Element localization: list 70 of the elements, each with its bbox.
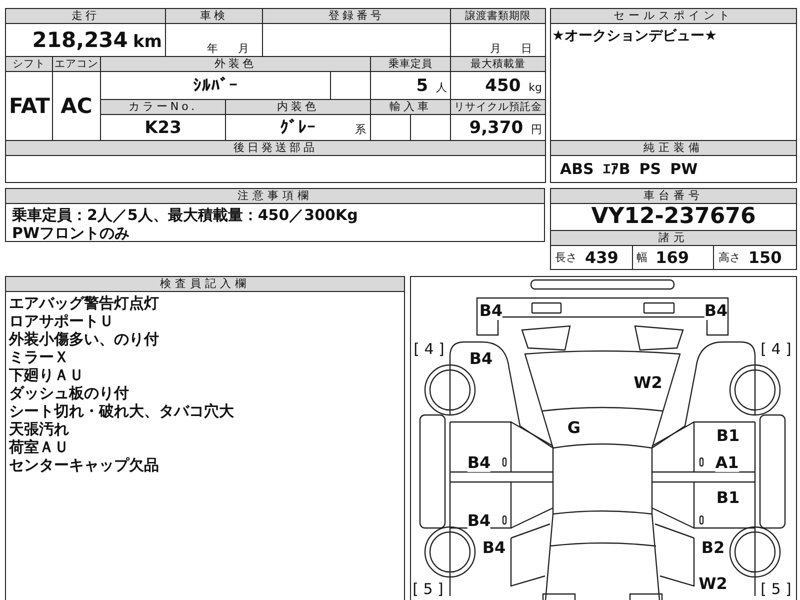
field-label: シフト <box>6 56 52 72</box>
tire-tread-rating: [ 4 ] <box>414 340 444 358</box>
damage-code: B4 <box>467 454 491 472</box>
field-label: 車検 <box>166 8 263 24</box>
spec-label: 高さ <box>718 250 740 265</box>
field-label: 後日発送部品 <box>6 140 546 156</box>
spec-label: 幅 <box>636 250 648 265</box>
remark-line: エアバッグ警告灯点灯 <box>9 294 160 312</box>
remark-line: ロアサポートＵ <box>9 312 115 330</box>
field-label: エアコン <box>52 56 100 72</box>
damage-code: B4 <box>479 302 503 320</box>
field-label: 乗車定員 <box>370 56 451 72</box>
spec-value: 439 <box>585 248 618 267</box>
equipment-item: PS <box>639 160 662 178</box>
max-load-value: 450 <box>485 76 521 96</box>
remark-line: ミラーＸ <box>9 348 70 366</box>
equipment-item: ｴｱB <box>602 160 630 178</box>
section-header: セールスポイント <box>551 9 796 24</box>
unit-label: 月 <box>490 42 502 56</box>
remark-line: ダッシュ板のり付 <box>9 384 130 402</box>
aircon-value: AC <box>52 72 100 140</box>
damage-code: B4 <box>467 512 491 530</box>
field-label: 外装色 <box>100 56 371 72</box>
capacity-value: 5 <box>416 76 428 96</box>
shift-value: FAT <box>6 72 52 140</box>
unit-label: kg <box>528 80 542 94</box>
damage-code: A1 <box>715 454 739 472</box>
remark-line: 下廻りＡＵ <box>9 366 85 384</box>
unit-label: 人 <box>436 80 448 94</box>
field-label: 内装色 <box>226 100 371 115</box>
spec-label: 長さ <box>555 250 577 265</box>
field-label: カラーNo. <box>100 100 226 115</box>
unit-label: 年 <box>207 42 218 56</box>
section-header: 純正装備 <box>551 140 796 156</box>
remark-line: 荷室ＡＵ <box>9 438 70 456</box>
equipment-item: PW <box>670 160 698 178</box>
unit-label: 円 <box>531 122 542 136</box>
remark-line: 外装小傷多い、のり付 <box>9 330 160 348</box>
section-header: 検査員記入欄 <box>6 277 404 292</box>
section-header: 諸元 <box>551 230 796 246</box>
unit-label: 月 <box>238 42 250 56</box>
tire-tread-rating: [ 5 ] <box>412 580 444 598</box>
field-label: 譲渡書類期限 <box>450 8 546 24</box>
unit-label: km <box>133 32 162 52</box>
tire-tread-rating: [ 4 ] <box>760 340 792 358</box>
damage-code: B4 <box>704 302 728 320</box>
color-number-value: K23 <box>100 114 226 140</box>
remark-line: 天張汚れ <box>9 420 70 438</box>
section-header: 注意事項欄 <box>6 189 544 204</box>
field-label: リサイクル預託金 <box>450 100 546 115</box>
interior-color-value: ｸﾞﾚｰ <box>280 118 316 138</box>
mileage-value: 218,234 <box>32 28 128 52</box>
field-label: 最大積載量 <box>450 56 546 72</box>
remark-line: センターキャップ欠品 <box>9 456 160 474</box>
sale-point-text: ★オークションデビュー★ <box>551 27 718 46</box>
section-header: 車台番号 <box>551 189 796 204</box>
recycle-fee-value: 9,370 <box>469 118 524 138</box>
unit-label: 日 <box>521 42 532 56</box>
suffix-label: 系 <box>355 122 366 137</box>
tire-tread-rating: [ 5 ] <box>760 580 792 598</box>
note-line: PWフロントのみ <box>12 224 131 242</box>
field-label: 輸入車 <box>370 100 451 115</box>
spec-value: 150 <box>748 248 782 267</box>
spec-value: 169 <box>656 248 690 267</box>
remark-line: シート切れ・破れ大、タバコ穴大 <box>9 402 235 420</box>
field-label: 走行 <box>6 8 166 24</box>
note-line: 乗車定員：2人／5人、最大積載量：450／300Kg <box>12 206 359 224</box>
chassis-number: VY12-237676 <box>590 204 757 230</box>
equipment-item: ABS <box>560 160 594 178</box>
field-label: 登録番号 <box>262 8 451 24</box>
